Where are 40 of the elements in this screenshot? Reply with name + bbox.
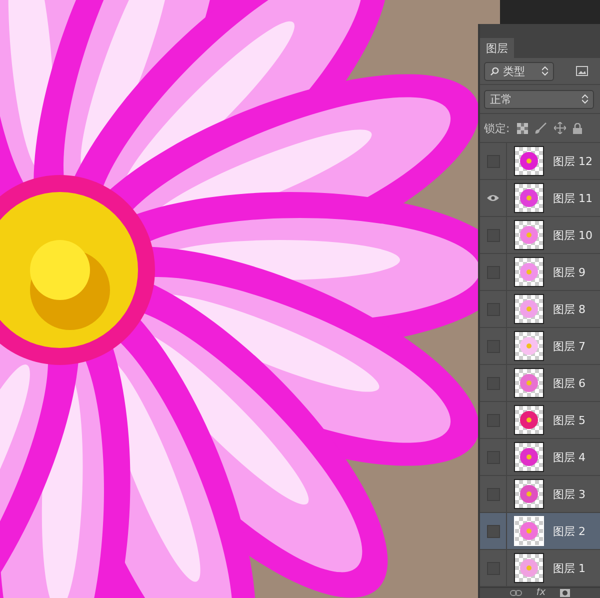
layer-name: 图层 7: [553, 338, 586, 354]
visibility-toggle[interactable]: [486, 524, 500, 538]
layer-name: 图层 6: [553, 376, 586, 390]
move-icon[interactable]: [554, 122, 566, 134]
filter-dropdown[interactable]: 类型: [484, 62, 554, 80]
layer-name: 图层 12: [553, 154, 592, 168]
layer-name: 图层 9: [553, 264, 586, 280]
layer-row[interactable]: 图层 8: [480, 291, 600, 328]
layer-row[interactable]: 图层 12: [480, 143, 600, 180]
layer-name: 图层 1: [553, 560, 586, 576]
layer-row[interactable]: 图层 11: [480, 180, 600, 217]
layer-row[interactable]: 图层 3: [480, 476, 600, 513]
lock-icon[interactable]: [572, 122, 582, 134]
layer-row[interactable]: 图层 10: [480, 217, 600, 254]
lock-label: 锁定:: [484, 120, 510, 136]
image-icon[interactable]: [576, 66, 588, 76]
link-icon[interactable]: [510, 589, 522, 597]
layer-row[interactable]: 图层 7: [480, 328, 600, 365]
brush-icon[interactable]: [534, 122, 547, 134]
blend-mode-dropdown[interactable]: 正常: [484, 90, 594, 108]
layer-row[interactable]: 图层 2: [480, 513, 600, 550]
checkerboard-icon[interactable]: [516, 122, 528, 134]
updown-icon: [542, 66, 548, 76]
eye-icon[interactable]: [487, 194, 499, 202]
layer-row[interactable]: 图层 5: [480, 402, 600, 439]
layer-name: 图层 5: [553, 412, 586, 428]
panel-tab[interactable]: 图层: [480, 38, 514, 58]
layer-name: 图层 10: [553, 228, 592, 242]
layer-name: 图层 8: [553, 302, 586, 316]
layer-row[interactable]: 图层 1: [480, 550, 600, 587]
layer-row[interactable]: 图层 6: [480, 365, 600, 402]
mask-icon[interactable]: [560, 589, 570, 597]
layer-row[interactable]: 图层 4: [480, 439, 600, 476]
layer-name: 图层 11: [553, 190, 592, 206]
layer-name: 图层 4: [553, 450, 586, 464]
layer-row[interactable]: 图层 9: [480, 254, 600, 291]
layer-name: 图层 3: [553, 486, 586, 502]
search-icon: [490, 66, 499, 76]
updown-icon: [582, 94, 588, 104]
layer-name: 图层 2: [553, 524, 586, 538]
